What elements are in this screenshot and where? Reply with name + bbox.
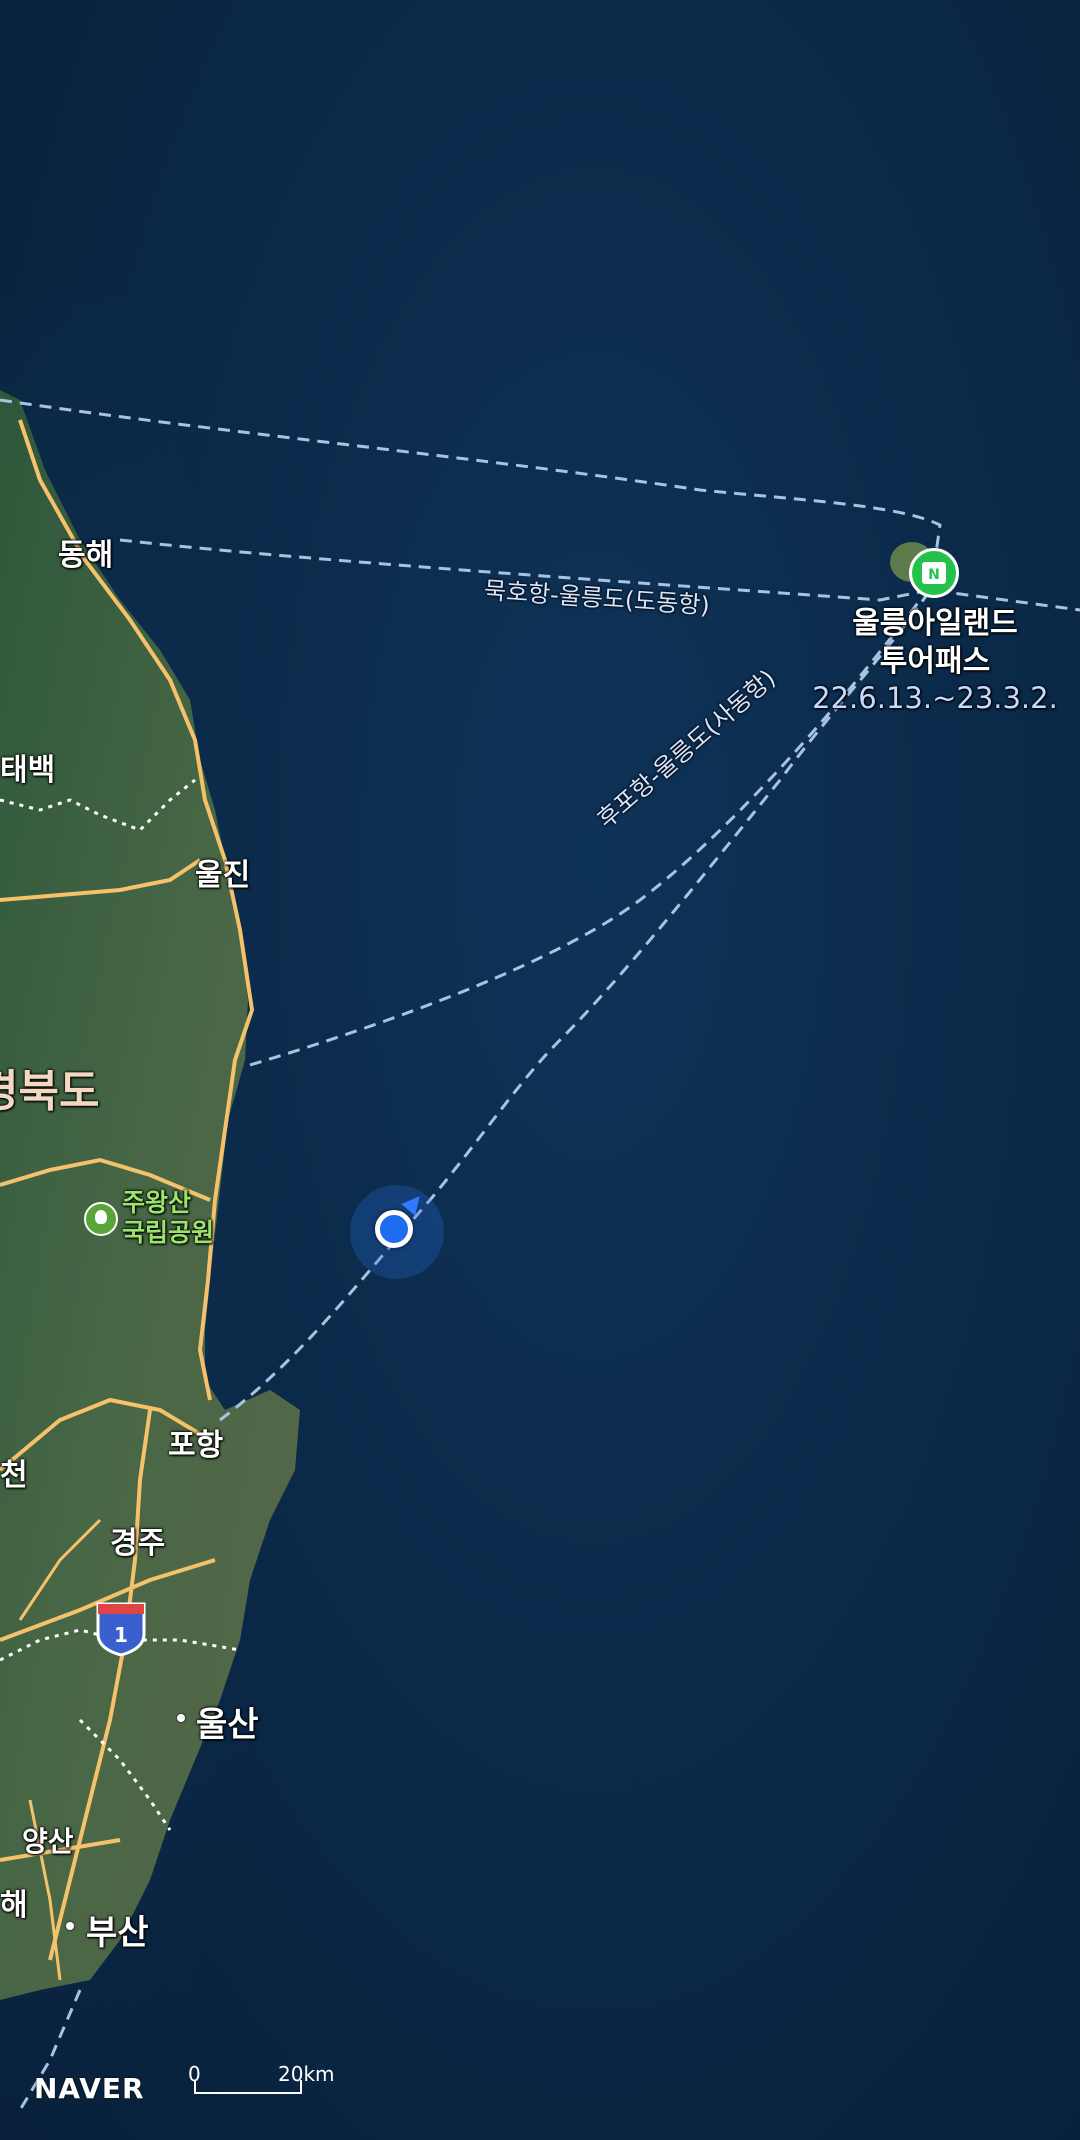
map-canvas[interactable]: 묵호항-울릉도(도동항) 후포항-울릉도(사동항) 동해 태백 울진 경북도 포… — [0, 0, 1080, 2140]
poi-marker[interactable]: N — [909, 548, 959, 598]
place-gimhae[interactable]: 해 — [0, 1880, 28, 1924]
highway-number: 1 — [114, 1623, 128, 1647]
park-label[interactable]: 주왕산 국립공원 — [122, 1188, 214, 1248]
park-tree-icon[interactable] — [84, 1202, 118, 1236]
current-location-marker[interactable] — [375, 1210, 413, 1248]
poi-dates: 22.6.13.~23.3.2. — [812, 681, 1058, 715]
place-donghae[interactable]: 동해 — [58, 530, 113, 574]
scale-bar — [194, 2080, 302, 2094]
place-yangsan[interactable]: 양산 — [22, 1820, 74, 1860]
region-label: 경북도 — [0, 1066, 100, 1117]
highway-shield-icon: 1 — [96, 1602, 146, 1656]
busan-marker — [66, 1922, 74, 1930]
park-name-line1: 주왕산 — [122, 1188, 192, 1217]
place-busan[interactable]: 부산 — [86, 1905, 149, 1954]
ferry-routes-layer — [0, 398, 1080, 2111]
place-uljin[interactable]: 울진 — [195, 850, 250, 894]
place-pohang[interactable]: 포항 — [168, 1420, 223, 1464]
place-yeongcheon[interactable]: 천 — [0, 1450, 28, 1494]
calendar-icon: N — [922, 562, 946, 584]
route-line-north — [0, 398, 942, 561]
place-ulsan[interactable]: 울산 — [196, 1697, 259, 1746]
naver-logo: NAVER — [34, 2072, 145, 2105]
park-name-line2: 국립공원 — [122, 1218, 215, 1247]
place-taebaek[interactable]: 태백 — [0, 745, 55, 789]
ulsan-marker — [177, 1714, 185, 1722]
poi-label[interactable]: 울릉아일랜드 투어패스 22.6.13.~23.3.2. — [800, 605, 1070, 715]
poi-name-line2: 투어패스 — [879, 644, 991, 679]
poi-name-line1: 울릉아일랜드 — [852, 606, 1018, 641]
place-gyeongju[interactable]: 경주 — [110, 1518, 165, 1562]
